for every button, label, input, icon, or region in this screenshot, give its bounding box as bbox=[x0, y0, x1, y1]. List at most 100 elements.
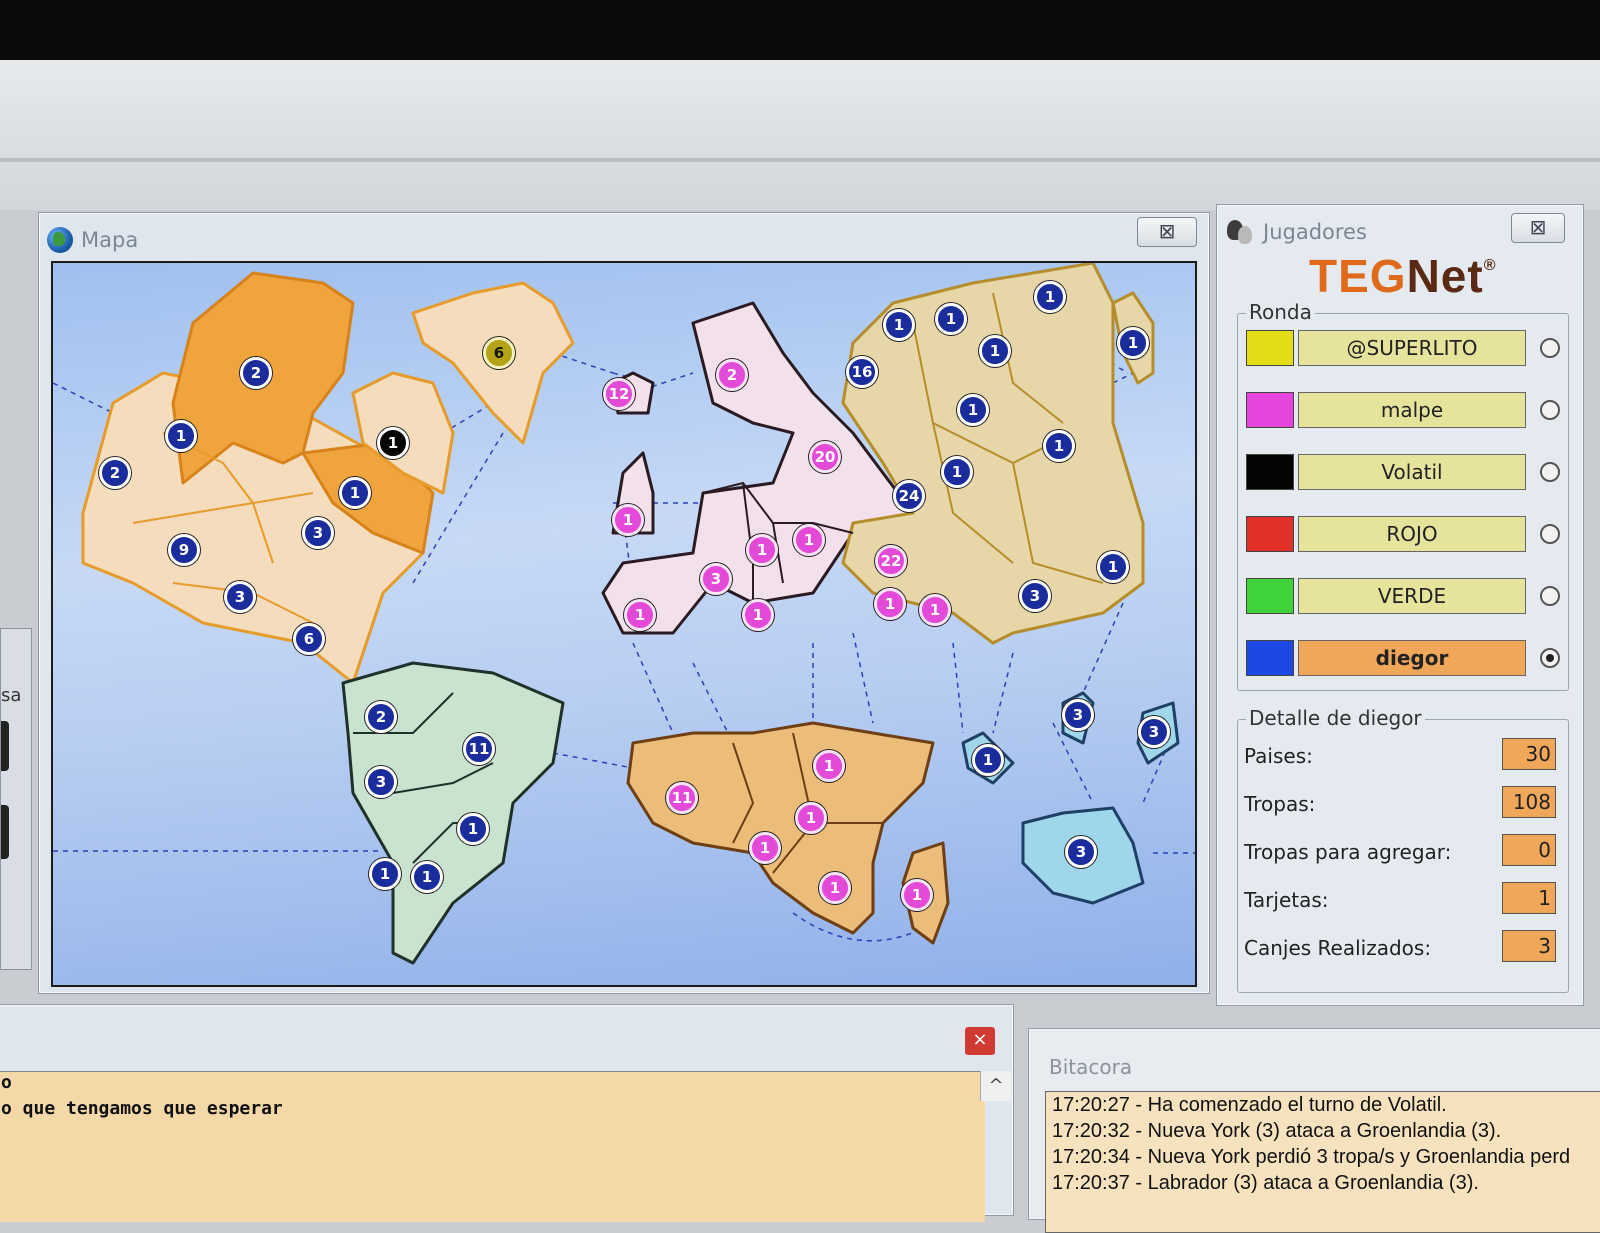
player-row[interactable]: VERDE bbox=[1246, 578, 1562, 616]
troop-marker[interactable]: 1 bbox=[957, 394, 989, 426]
troop-marker[interactable]: 1 bbox=[457, 813, 489, 845]
troop-marker[interactable]: 1 bbox=[941, 456, 973, 488]
troop-marker[interactable]: 1 bbox=[1097, 551, 1129, 583]
troop-marker[interactable]: 1 bbox=[1117, 327, 1149, 359]
player-turn-radio[interactable] bbox=[1540, 586, 1560, 606]
troop-marker[interactable]: 3 bbox=[365, 766, 397, 798]
player-row[interactable]: malpe bbox=[1246, 392, 1562, 430]
troop-marker[interactable]: 1 bbox=[165, 420, 197, 452]
player-color-swatch bbox=[1246, 640, 1294, 676]
troop-marker[interactable]: 1 bbox=[612, 504, 644, 536]
players-window-title: Jugadores bbox=[1225, 219, 1367, 245]
detail-row: Tropas: 108 bbox=[1244, 786, 1562, 826]
player-turn-radio[interactable] bbox=[1540, 524, 1560, 544]
screen-top-bezel bbox=[0, 0, 1600, 60]
map-close-button[interactable]: ⊠ bbox=[1137, 217, 1197, 247]
player-name: ROJO bbox=[1298, 516, 1526, 552]
log-messages: 17:20:27 - Ha comenzado el turno de Vola… bbox=[1045, 1091, 1600, 1233]
player-color-swatch bbox=[1246, 578, 1294, 614]
troop-marker[interactable]: 1 bbox=[1034, 281, 1066, 313]
partial-left-button[interactable] bbox=[1, 805, 9, 859]
troop-marker[interactable]: 1 bbox=[742, 599, 774, 631]
player-name: Volatil bbox=[1298, 454, 1526, 490]
player-turn-radio[interactable] bbox=[1540, 648, 1560, 668]
desktop-background bbox=[0, 60, 1600, 210]
player-turn-radio[interactable] bbox=[1540, 400, 1560, 420]
troop-marker[interactable]: 1 bbox=[935, 303, 967, 335]
troop-marker[interactable]: 1 bbox=[746, 534, 778, 566]
troop-marker[interactable]: 9 bbox=[168, 534, 200, 566]
troop-marker[interactable]: 1 bbox=[979, 335, 1011, 367]
troop-marker[interactable]: 3 bbox=[700, 563, 732, 595]
tegnet-logo: TEGNet® bbox=[1309, 250, 1497, 302]
player-color-swatch bbox=[1246, 330, 1294, 366]
troop-marker[interactable]: 1 bbox=[874, 588, 906, 620]
player-row[interactable]: @SUPERLITO bbox=[1246, 330, 1562, 368]
troop-marker[interactable]: 1 bbox=[749, 832, 781, 864]
desktop-divider bbox=[0, 158, 1600, 162]
troop-marker[interactable]: 3 bbox=[224, 581, 256, 613]
detail-label: Canjes Realizados: bbox=[1244, 936, 1432, 960]
detail-value: 1 bbox=[1502, 882, 1556, 914]
troop-marker[interactable]: 1 bbox=[377, 427, 409, 459]
troop-marker[interactable]: 3 bbox=[1019, 580, 1051, 612]
troop-marker[interactable]: 2 bbox=[716, 359, 748, 391]
troop-marker[interactable]: 11 bbox=[666, 782, 698, 814]
log-line: 17:20:27 - Ha comenzado el turno de Vola… bbox=[1052, 1094, 1447, 1116]
player-name: malpe bbox=[1298, 392, 1526, 428]
chat-close-button[interactable]: × bbox=[965, 1027, 995, 1055]
troop-marker[interactable]: 1 bbox=[1043, 430, 1075, 462]
troop-marker[interactable]: 1 bbox=[795, 802, 827, 834]
player-turn-radio[interactable] bbox=[1540, 462, 1560, 482]
troop-marker[interactable]: 6 bbox=[483, 337, 515, 369]
chat-scroll-up-button[interactable]: ^ bbox=[980, 1071, 1011, 1101]
troop-marker[interactable]: 2 bbox=[99, 457, 131, 489]
log-line: 17:20:32 - Nueva York (3) ataca a Groenl… bbox=[1052, 1120, 1502, 1142]
troop-marker[interactable]: 1 bbox=[813, 750, 845, 782]
player-name: @SUPERLITO bbox=[1298, 330, 1526, 366]
detail-value: 30 bbox=[1502, 738, 1556, 770]
troop-marker[interactable]: 1 bbox=[411, 861, 443, 893]
player-color-swatch bbox=[1246, 392, 1294, 428]
troop-marker[interactable]: 3 bbox=[1138, 716, 1170, 748]
player-row[interactable]: diegor bbox=[1246, 640, 1562, 678]
troop-marker[interactable]: 12 bbox=[603, 378, 635, 410]
troop-marker[interactable]: 11 bbox=[463, 733, 495, 765]
troop-marker[interactable]: 24 bbox=[893, 480, 925, 512]
player-turn-radio[interactable] bbox=[1540, 338, 1560, 358]
partial-left-button[interactable] bbox=[1, 721, 9, 771]
player-name: diegor bbox=[1298, 640, 1526, 676]
troop-marker[interactable]: 1 bbox=[901, 879, 933, 911]
troop-marker[interactable]: 1 bbox=[819, 872, 851, 904]
troop-marker[interactable]: 1 bbox=[339, 477, 371, 509]
troop-marker[interactable]: 3 bbox=[1062, 699, 1094, 731]
player-row[interactable]: ROJO bbox=[1246, 516, 1562, 554]
troop-marker[interactable]: 3 bbox=[1065, 836, 1097, 868]
troop-marker[interactable]: 1 bbox=[624, 599, 656, 631]
troop-marker[interactable]: 16 bbox=[846, 356, 878, 388]
player-color-swatch bbox=[1246, 516, 1294, 552]
world-map[interactable]: 2 1 2 9 3 1 3 6 6 1 2 11 3 1 1 1 12 2 20 1 1 3 1 1 1 22 1 1 11 1 1 1 1 1 1… bbox=[51, 261, 1197, 987]
log-line: 17:20:37 - Labrador (3) ataca a Groenlan… bbox=[1052, 1172, 1479, 1194]
troop-marker[interactable]: 1 bbox=[972, 744, 1004, 776]
players-close-button[interactable]: ⊠ bbox=[1511, 213, 1565, 243]
player-name: VERDE bbox=[1298, 578, 1526, 614]
troop-marker[interactable]: 3 bbox=[302, 517, 334, 549]
troop-marker[interactable]: 1 bbox=[919, 594, 951, 626]
detail-row: Canjes Realizados: 3 bbox=[1244, 930, 1562, 970]
round-label: Ronda bbox=[1246, 300, 1315, 324]
troop-marker[interactable]: 2 bbox=[365, 701, 397, 733]
troop-marker[interactable]: 22 bbox=[875, 545, 907, 577]
troop-marker[interactable]: 1 bbox=[793, 524, 825, 556]
log-line: 17:20:34 - Nueva York perdió 3 tropa/s y… bbox=[1052, 1146, 1571, 1168]
player-row[interactable]: Volatil bbox=[1246, 454, 1562, 492]
player-detail-label: Detalle de diegor bbox=[1246, 706, 1425, 730]
players-title-text: Jugadores bbox=[1263, 220, 1367, 244]
partial-left-window: sa bbox=[0, 628, 32, 970]
chat-window: × o o que tengamos que esperar ^ bbox=[0, 1004, 1014, 1222]
troop-marker[interactable]: 6 bbox=[293, 623, 325, 655]
troop-marker[interactable]: 20 bbox=[809, 441, 841, 473]
troop-marker[interactable]: 1 bbox=[369, 858, 401, 890]
troop-marker[interactable]: 1 bbox=[883, 309, 915, 341]
troop-marker[interactable]: 2 bbox=[240, 357, 272, 389]
